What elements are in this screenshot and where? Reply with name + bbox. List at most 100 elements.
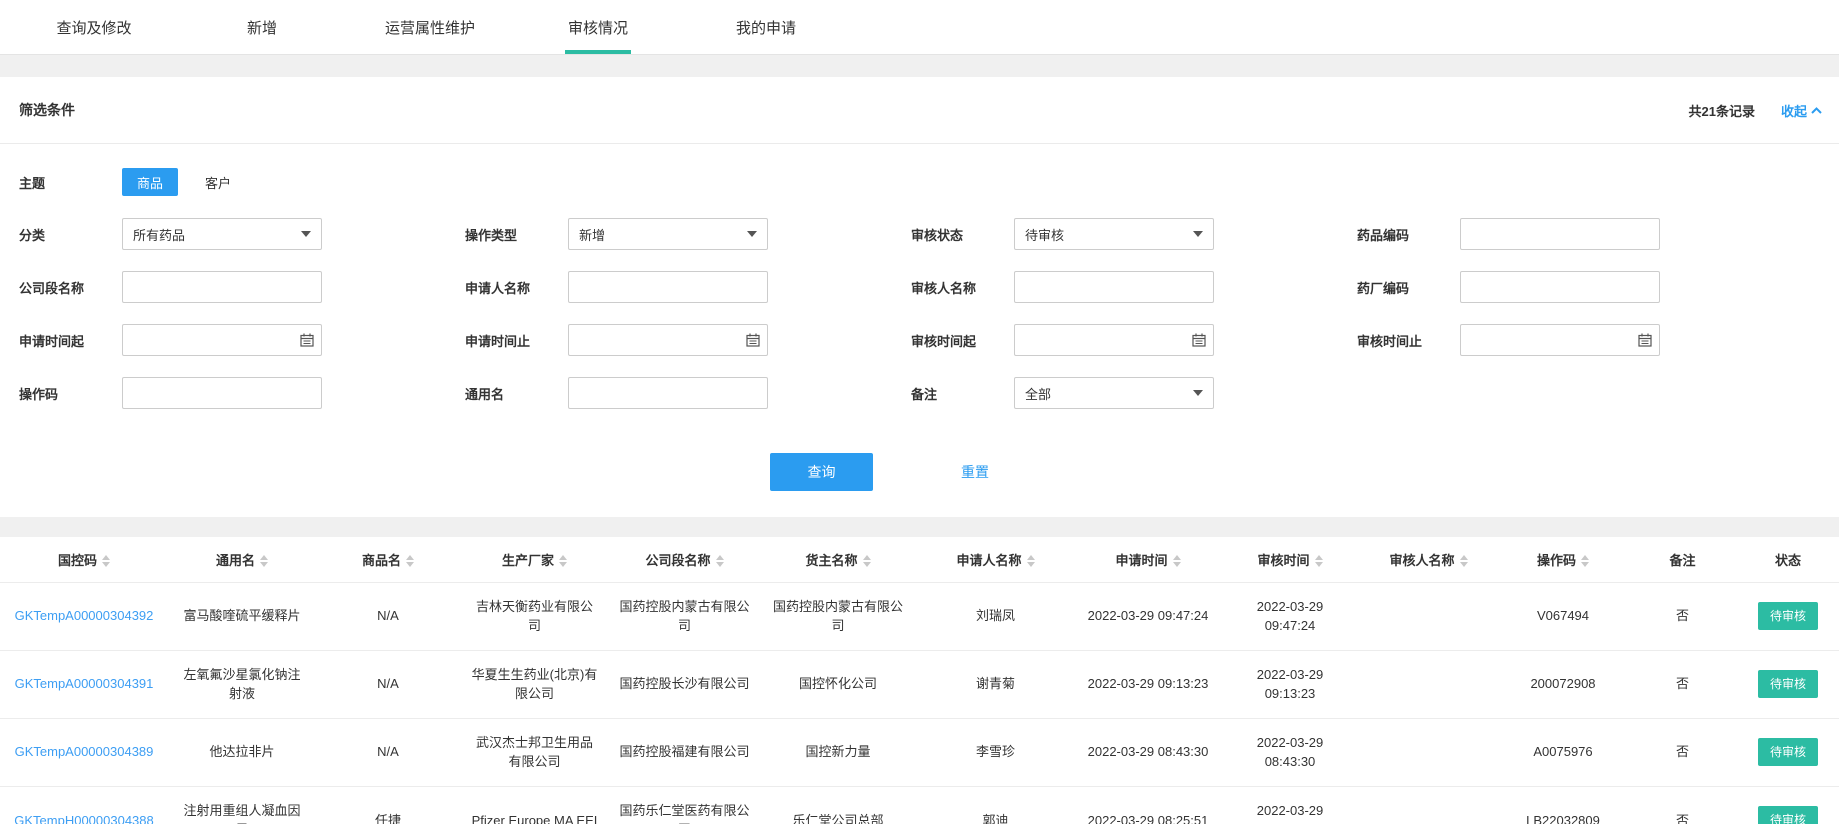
auditor-name-input[interactable] xyxy=(1014,271,1214,303)
column-header-owner[interactable]: 货主名称 xyxy=(760,537,916,582)
apply-time-to-input[interactable] xyxy=(568,324,768,356)
collapse-toggle[interactable]: 收起 xyxy=(1781,101,1822,120)
tab-my-applications[interactable]: 我的申请 xyxy=(682,0,850,54)
column-header-gk-code[interactable]: 国控码 xyxy=(0,537,168,582)
cell-apply-time: 2022-03-29 08:43:30 xyxy=(1075,718,1221,786)
status-badge: 待审核 xyxy=(1758,806,1818,824)
column-header-company[interactable]: 公司段名称 xyxy=(609,537,760,582)
cell-audit-time: 2022-03-29 08:43:30 xyxy=(1221,718,1359,786)
cell-audit-time: 2022-03-29 09:47:24 xyxy=(1221,582,1359,650)
category-select[interactable]: 所有药品 xyxy=(122,218,322,250)
sort-icon[interactable] xyxy=(716,555,724,567)
field-label: 药品编码 xyxy=(1357,225,1460,244)
cell-remark: 否 xyxy=(1628,718,1737,786)
factory-code-input[interactable] xyxy=(1460,271,1660,303)
gk-code-link[interactable]: GKTempA00000304392 xyxy=(15,608,154,623)
column-header-apply-time[interactable]: 申请时间 xyxy=(1075,537,1221,582)
field-apply-time-from: 申请时间起 xyxy=(19,324,465,356)
cell-remark: 否 xyxy=(1628,582,1737,650)
remark-select[interactable]: 全部 xyxy=(1014,377,1214,409)
apply-time-from-input[interactable] xyxy=(122,324,322,356)
cell-company: 国药乐仁堂医药有限公司 xyxy=(609,786,760,824)
reset-button[interactable]: 重置 xyxy=(961,462,989,482)
cell-owner: 国药控股内蒙古有限公司 xyxy=(760,582,916,650)
filter-panel-body: 主题 商品 客户 分类 所有药品 操作类型 新增 xyxy=(0,144,1839,517)
column-header-operator-code[interactable]: 操作码 xyxy=(1498,537,1628,582)
column-header-manufacturer[interactable]: 生产厂家 xyxy=(460,537,609,582)
record-count: 共21条记录 xyxy=(1689,101,1755,120)
topic-option-product[interactable]: 商品 xyxy=(122,168,178,196)
table-row: GKTempH00000304388 注射用重组人凝血因子 任捷 Pfizer … xyxy=(0,786,1839,824)
field-label: 申请时间起 xyxy=(19,331,122,350)
cell-product-name: N/A xyxy=(316,582,460,650)
audit-status-select[interactable]: 待审核 xyxy=(1014,218,1214,250)
tab-label: 查询及修改 xyxy=(56,17,131,38)
audit-time-from-input[interactable] xyxy=(1014,324,1214,356)
field-label: 药厂编码 xyxy=(1357,278,1460,297)
column-header-applicant[interactable]: 申请人名称 xyxy=(916,537,1075,582)
field-label: 审核时间止 xyxy=(1357,331,1460,350)
chevron-down-icon xyxy=(1193,231,1203,237)
sort-icon[interactable] xyxy=(1581,555,1589,567)
column-header-audit-time[interactable]: 审核时间 xyxy=(1221,537,1359,582)
sort-icon[interactable] xyxy=(1027,555,1035,567)
cell-generic-name: 他达拉非片 xyxy=(168,718,316,786)
cell-gk-code: GKTempH00000304388 xyxy=(0,786,168,824)
operator-code-input[interactable] xyxy=(122,377,322,409)
tab-label: 运营属性维护 xyxy=(385,17,475,38)
tab-add-new[interactable]: 新增 xyxy=(178,0,346,54)
active-tab-indicator xyxy=(565,50,631,54)
field-applicant-name: 申请人名称 xyxy=(465,271,911,303)
selected-value: 待审核 xyxy=(1025,225,1064,244)
cell-auditor xyxy=(1359,718,1498,786)
sort-icon[interactable] xyxy=(863,555,871,567)
field-audit-status: 审核状态 待审核 xyxy=(911,218,1357,250)
sort-icon[interactable] xyxy=(1315,555,1323,567)
query-button[interactable]: 查询 xyxy=(770,453,873,491)
audit-time-to-input[interactable] xyxy=(1460,324,1660,356)
field-auditor-name: 审核人名称 xyxy=(911,271,1357,303)
field-factory-code: 药厂编码 xyxy=(1357,271,1820,303)
audit-time-from-datepicker xyxy=(1014,324,1214,356)
selected-value: 所有药品 xyxy=(133,225,185,244)
topic-option-customer[interactable]: 客户 xyxy=(190,168,246,196)
tab-query-and-modify[interactable]: 查询及修改 xyxy=(10,0,178,54)
field-label: 通用名 xyxy=(465,384,568,403)
column-header-generic-name[interactable]: 通用名 xyxy=(168,537,316,582)
generic-name-input[interactable] xyxy=(568,377,768,409)
cell-applicant: 谢青菊 xyxy=(916,650,1075,718)
cell-applicant: 李雪珍 xyxy=(916,718,1075,786)
company-name-input[interactable] xyxy=(122,271,322,303)
sort-icon[interactable] xyxy=(406,555,414,567)
gk-code-link[interactable]: GKTempA00000304389 xyxy=(15,744,154,759)
filter-panel: 筛选条件 共21条记录 收起 主题 商品 客户 分类 所有药品 xyxy=(0,77,1839,517)
apply-time-to-datepicker xyxy=(568,324,768,356)
operation-type-select[interactable]: 新增 xyxy=(568,218,768,250)
cell-manufacturer: 华夏生生药业(北京)有限公司 xyxy=(460,650,609,718)
tab-operation-attribute-maintenance[interactable]: 运营属性维护 xyxy=(346,0,514,54)
sort-icon[interactable] xyxy=(1460,555,1468,567)
cell-owner: 国控新力量 xyxy=(760,718,916,786)
field-label: 申请时间止 xyxy=(465,331,568,350)
field-audit-time-from: 审核时间起 xyxy=(911,324,1357,356)
field-label: 分类 xyxy=(19,225,122,244)
column-header-product-name[interactable]: 商品名 xyxy=(316,537,460,582)
cell-manufacturer: 武汉杰士邦卫生用品有限公司 xyxy=(460,718,609,786)
sort-icon[interactable] xyxy=(102,555,110,567)
applicant-name-input[interactable] xyxy=(568,271,768,303)
column-header-auditor[interactable]: 审核人名称 xyxy=(1359,537,1498,582)
drug-code-input[interactable] xyxy=(1460,218,1660,250)
sort-icon[interactable] xyxy=(559,555,567,567)
cell-applicant: 郭迪 xyxy=(916,786,1075,824)
gk-code-link[interactable]: GKTempH00000304388 xyxy=(14,813,154,824)
filter-header-right: 共21条记录 收起 xyxy=(1689,101,1822,120)
sort-icon[interactable] xyxy=(1173,555,1181,567)
tab-audit-status[interactable]: 审核情况 xyxy=(514,0,682,54)
tab-label: 审核情况 xyxy=(568,17,628,38)
gk-code-link[interactable]: GKTempA00000304391 xyxy=(15,676,154,691)
field-company-name: 公司段名称 xyxy=(19,271,465,303)
sort-icon[interactable] xyxy=(260,555,268,567)
results-table: 国控码 通用名 商品名 生产厂家 公司段名称 货主名称 申请人名称 申请时间 审… xyxy=(0,537,1839,824)
selected-value: 新增 xyxy=(579,225,605,244)
field-label: 审核人名称 xyxy=(911,278,1014,297)
